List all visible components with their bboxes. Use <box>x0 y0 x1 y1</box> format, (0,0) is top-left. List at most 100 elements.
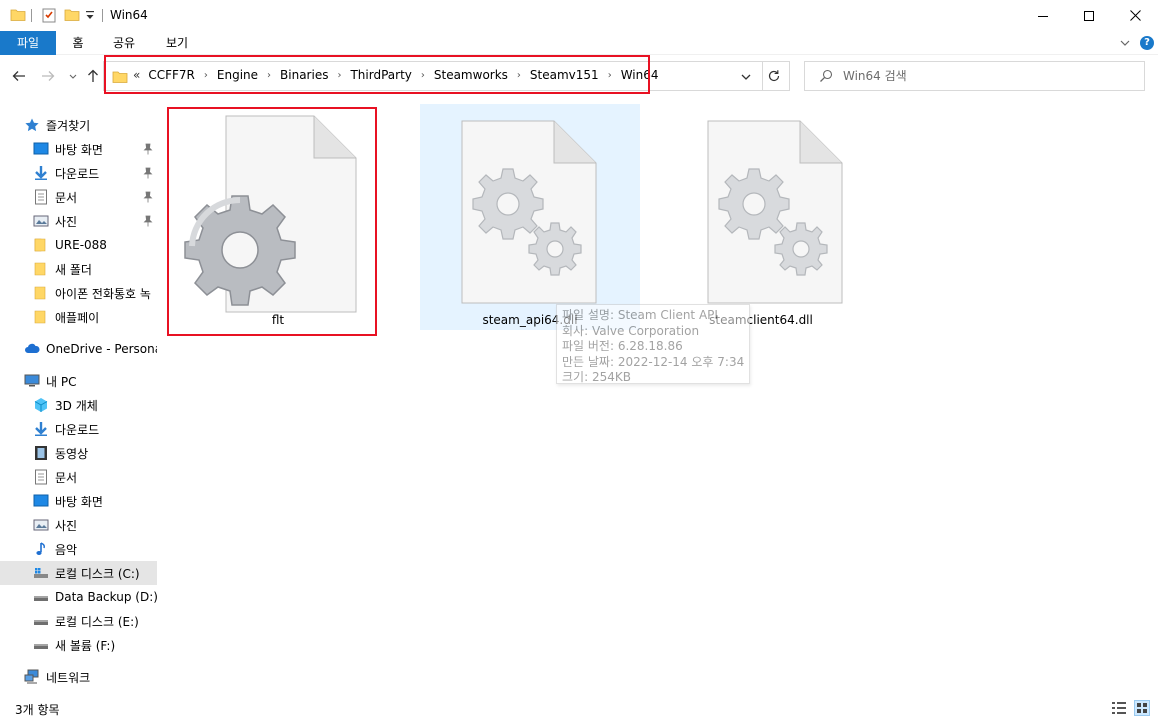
details-view-icon[interactable] <box>1111 701 1127 715</box>
chevron-right-icon[interactable]: › <box>258 70 280 81</box>
minimize-button[interactable] <box>1020 0 1066 31</box>
pictures-icon <box>33 215 49 227</box>
sidebar-item-folder[interactable]: 새 폴더 <box>0 257 157 281</box>
sidebar-item-downloads[interactable]: 다운로드 <box>0 417 157 441</box>
sidebar-item-label: 로컬 디스크 (E:) <box>55 614 139 629</box>
breadcrumb-item[interactable]: Binaries <box>280 68 328 82</box>
sidebar-item-label: Data Backup (D:) <box>55 590 157 604</box>
sidebar-item-drive-d[interactable]: Data Backup (D:) <box>0 585 157 609</box>
tab-file[interactable]: 파일 <box>0 31 56 55</box>
maximize-button[interactable] <box>1066 0 1112 31</box>
chevron-right-icon[interactable]: › <box>508 70 530 81</box>
search-icon <box>820 69 833 82</box>
refresh-icon[interactable] <box>767 69 781 83</box>
sidebar-item-videos[interactable]: 동영상 <box>0 441 157 465</box>
window-title: Win64 <box>110 8 148 22</box>
sidebar-item-3d-objects[interactable]: 3D 개체 <box>0 393 157 417</box>
recent-locations-chevron-icon[interactable] <box>68 69 78 83</box>
sidebar-item-pictures[interactable]: 사진 <box>0 513 157 537</box>
breadcrumb-item[interactable]: CCFF7R <box>148 68 195 82</box>
sidebar-item-label: 바탕 화면 <box>55 494 103 509</box>
sidebar-item-label: 로컬 디스크 (C:) <box>55 566 140 581</box>
search-box[interactable] <box>804 61 1145 91</box>
sidebar-item-label: 새 폴더 <box>55 262 92 277</box>
minimize-icon <box>1038 15 1048 17</box>
breadcrumb-item[interactable]: Engine <box>217 68 258 82</box>
pin-icon[interactable] <box>142 143 154 155</box>
chevron-right-icon[interactable]: › <box>328 70 350 81</box>
sidebar-item-desktop[interactable]: 바탕 화면 <box>0 489 157 513</box>
sidebar-item-folder[interactable]: 아이폰 전화통호 녹 <box>0 281 157 305</box>
breadcrumb-item[interactable]: ThirdParty <box>350 68 411 82</box>
sidebar-item-label: 바탕 화면 <box>55 142 103 157</box>
sidebar-item-label: 애플페이 <box>55 310 100 325</box>
sidebar-item-this-pc[interactable]: 내 PC <box>0 369 157 393</box>
sidebar-item-desktop[interactable]: 바탕 화면 <box>0 137 157 161</box>
close-button[interactable] <box>1112 0 1158 31</box>
pin-icon[interactable] <box>142 167 154 179</box>
up-arrow-icon[interactable] <box>86 69 100 83</box>
sidebar-item-pictures[interactable]: 사진 <box>0 209 157 233</box>
sidebar-item-label: 즐겨찾기 <box>46 118 91 133</box>
title-separator <box>102 9 103 22</box>
sidebar-item-drive-f[interactable]: 새 볼륨 (F:) <box>0 633 157 657</box>
sidebar-item-downloads[interactable]: 다운로드 <box>0 161 157 185</box>
address-history-chevron-icon[interactable] <box>740 71 752 83</box>
new-folder-icon[interactable] <box>64 7 80 23</box>
file-item-flt[interactable]: flt <box>168 104 388 330</box>
breadcrumb-overflow[interactable]: « <box>133 68 140 82</box>
folder-icon <box>34 310 46 324</box>
drive-icon <box>34 596 48 601</box>
sidebar-item-label: 사진 <box>55 214 78 229</box>
breadcrumb-item[interactable]: Steamv151 <box>530 68 599 82</box>
folder-icon <box>10 9 26 21</box>
sidebar-item-documents[interactable]: 문서 <box>0 185 157 209</box>
tab-home[interactable]: 홈 <box>60 31 96 55</box>
sidebar-item-label: 사진 <box>55 518 78 533</box>
tab-share[interactable]: 공유 <box>104 31 144 55</box>
item-count: 3개 항목 <box>15 703 60 717</box>
sidebar-item-drive-e[interactable]: 로컬 디스크 (E:) <box>0 609 157 633</box>
sidebar-item-folder[interactable]: URE-088 <box>0 233 157 257</box>
large-icons-view-button[interactable] <box>1134 700 1150 716</box>
file-item-steam-api64[interactable]: steam_api64.dll <box>420 104 640 330</box>
customize-dropdown-icon[interactable] <box>85 9 95 21</box>
sidebar-item-label: 아이폰 전화통호 녹 <box>55 286 151 301</box>
sidebar-item-onedrive[interactable]: OneDrive - Personal <box>0 337 157 361</box>
pin-icon[interactable] <box>142 215 154 227</box>
chevron-right-icon[interactable]: › <box>599 70 621 81</box>
title-bar: Win64 <box>0 0 1158 31</box>
ribbon-expand-chevron-icon[interactable] <box>1118 36 1132 50</box>
address-bar[interactable]: « CCFF7R › Engine › Binaries › ThirdPart… <box>103 61 790 91</box>
maximize-icon <box>1084 10 1094 21</box>
tab-view[interactable]: 보기 <box>155 31 199 55</box>
search-input[interactable] <box>843 66 1133 86</box>
desktop-icon <box>33 142 49 155</box>
sidebar-item-folder[interactable]: 애플페이 <box>0 305 157 329</box>
chevron-right-icon[interactable]: › <box>195 70 217 81</box>
back-arrow-icon[interactable] <box>12 69 26 83</box>
breadcrumb-item-current[interactable]: Win64 <box>621 68 659 82</box>
sidebar-item-label: 음악 <box>55 542 78 557</box>
folder-icon <box>34 286 46 300</box>
sidebar-item-label: 동영상 <box>55 446 89 461</box>
sidebar-item-documents[interactable]: 문서 <box>0 465 157 489</box>
help-icon[interactable]: ? <box>1140 36 1154 50</box>
file-item-steamclient64[interactable]: steamclient64.dll <box>651 104 871 330</box>
folder-icon <box>112 71 128 83</box>
chevron-right-icon[interactable]: › <box>412 70 434 81</box>
sidebar-item-label: OneDrive - Personal <box>46 342 157 356</box>
breadcrumb-item[interactable]: Steamworks <box>434 68 508 82</box>
document-icon <box>35 189 47 205</box>
star-icon <box>25 118 39 132</box>
sidebar-item-drive-c[interactable]: 로컬 디스크 (C:) <box>0 561 157 585</box>
pin-icon[interactable] <box>142 191 154 203</box>
system-drive-icon <box>34 568 48 578</box>
sidebar-item-music[interactable]: 음악 <box>0 537 157 561</box>
sidebar-item-label: 3D 개체 <box>55 398 98 413</box>
properties-icon[interactable] <box>41 7 57 23</box>
sidebar-item-quick-access[interactable]: 즐겨찾기 <box>0 113 157 137</box>
forward-arrow-icon[interactable] <box>41 69 55 83</box>
sidebar-item-network[interactable]: 네트워크 <box>0 665 157 689</box>
dll-gears-icon <box>707 120 843 304</box>
